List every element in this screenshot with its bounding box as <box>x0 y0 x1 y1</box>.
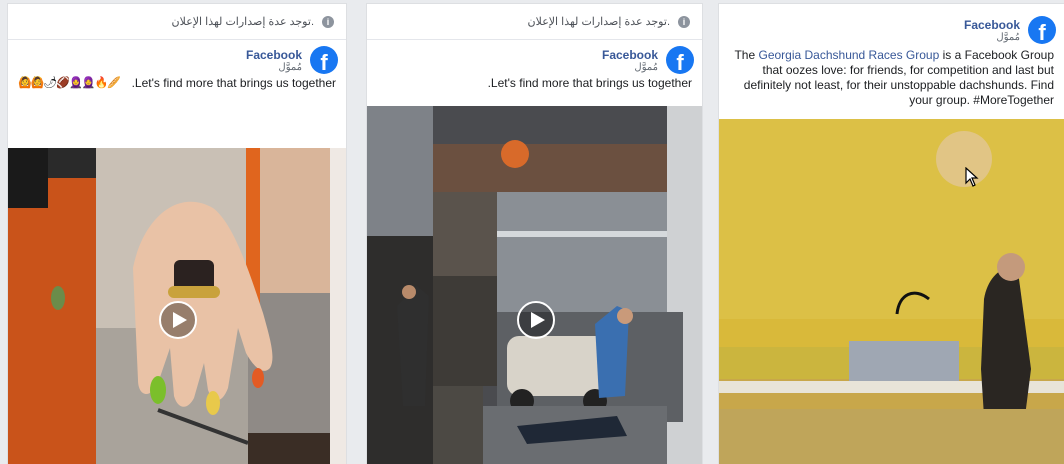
multiple-versions-notice: توجد عدة إصدارات لهذا الإعلان. i <box>8 4 346 40</box>
notice-text: توجد عدة إصدارات لهذا الإعلان. <box>527 16 670 28</box>
multiple-versions-notice: توجد عدة إصدارات لهذا الإعلان. i <box>367 4 702 40</box>
mouse-cursor-icon <box>965 167 979 187</box>
facebook-logo-icon[interactable]: f <box>1028 16 1056 44</box>
ad-image[interactable] <box>719 119 1064 464</box>
sponsored-label: مُموَّل <box>996 31 1020 43</box>
info-icon[interactable]: i <box>678 15 690 28</box>
group-link[interactable]: Georgia Dachshund Races Group <box>758 48 939 62</box>
ad-header: Facebook مُموَّل f <box>8 40 346 74</box>
caption-text-pre: The <box>734 48 759 62</box>
sponsored-label: مُموَّل <box>634 61 658 73</box>
ad-card-2: توجد عدة إصدارات لهذا الإعلان. i Faceboo… <box>367 4 702 464</box>
ad-video[interactable] <box>367 106 702 464</box>
page-name-link[interactable]: Facebook <box>246 48 302 62</box>
ad-video[interactable] <box>8 148 346 464</box>
ad-header: Facebook مُموَّل f <box>719 4 1064 44</box>
notice-text: توجد عدة إصدارات لهذا الإعلان. <box>171 16 314 28</box>
caption-text: Let's find more that brings us together. <box>131 76 336 90</box>
page-name-link[interactable]: Facebook <box>964 18 1020 32</box>
ad-card-3: Facebook مُموَّل f The Georgia Dachshund… <box>719 4 1064 464</box>
facebook-logo-icon[interactable]: f <box>310 46 338 74</box>
ad-caption: Let's find more that brings us together. <box>367 74 702 91</box>
ad-caption: The Georgia Dachshund Races Group is a F… <box>719 44 1064 108</box>
image-frame <box>719 119 1064 464</box>
page-name-link[interactable]: Facebook <box>602 48 658 62</box>
ad-card-1: توجد عدة إصدارات لهذا الإعلان. i Faceboo… <box>8 4 346 464</box>
sponsored-label: مُموَّل <box>278 61 302 73</box>
caption-text: Let's find more that brings us together. <box>487 76 692 90</box>
emoji-row: 🙆🙆🌶🏈🧕🧕🔥🥖 <box>18 77 121 89</box>
ad-header: Facebook مُموَّل f <box>367 40 702 74</box>
ad-caption: 🙆🙆🌶🏈🧕🧕🔥🥖 Let's find more that brings us … <box>8 74 346 91</box>
video-frame <box>367 106 702 464</box>
facebook-logo-icon[interactable]: f <box>666 46 694 74</box>
info-icon[interactable]: i <box>322 15 334 28</box>
play-icon[interactable] <box>517 301 555 339</box>
play-icon[interactable] <box>159 301 197 339</box>
